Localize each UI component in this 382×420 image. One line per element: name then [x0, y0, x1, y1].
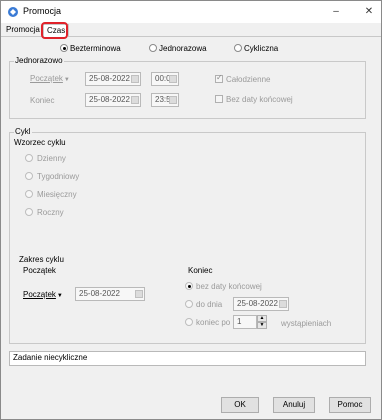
- bez-daty-koncowej-checkbox[interactable]: [215, 95, 223, 103]
- calendar-icon[interactable]: [131, 75, 139, 83]
- calendar-icon[interactable]: [131, 96, 139, 104]
- radio-roczny-label: Roczny: [37, 208, 64, 217]
- do-dnia-date-value: 25-08-2022: [237, 299, 278, 308]
- title-bar: Promocja – ✕: [1, 1, 381, 23]
- radio-koniec-po[interactable]: [185, 318, 193, 326]
- radio-miesieczny-label: Miesięczny: [37, 190, 77, 199]
- jednorazowo-start-dropdown-label: Początek: [30, 74, 63, 83]
- radio-bez-daty-koncowej[interactable]: [185, 282, 193, 290]
- tab-highlight-annotation: [41, 22, 68, 39]
- time-picker-icon[interactable]: [169, 96, 177, 104]
- zakres-start-header: Początek: [23, 266, 56, 275]
- radio-jednorazowa[interactable]: [149, 44, 157, 52]
- bez-daty-koncowej-label: Bez daty końcowej: [226, 95, 293, 104]
- jednorazowo-start-date-value: 25-08-2022: [89, 74, 130, 83]
- radio-cykliczna-label: Cykliczna: [244, 44, 279, 53]
- caret-down-icon: ▼: [63, 77, 70, 83]
- caret-down-icon: ▼: [56, 293, 63, 299]
- spin-down-icon[interactable]: ▼: [257, 322, 267, 329]
- ok-button[interactable]: OK: [221, 397, 259, 413]
- calodzienne-label: Całodzienne: [226, 75, 271, 84]
- close-icon[interactable]: ✕: [361, 4, 377, 20]
- radio-dzienny[interactable]: [25, 154, 33, 162]
- calendar-icon[interactable]: [279, 300, 287, 308]
- window-title: Promocja: [23, 6, 62, 16]
- minimize-icon[interactable]: –: [328, 4, 344, 20]
- time-picker-icon[interactable]: [169, 75, 177, 83]
- spin-up-icon[interactable]: ▲: [257, 315, 267, 322]
- jednorazowo-start-dropdown[interactable]: Początek▼: [30, 74, 70, 83]
- cykl-title: Cykl: [14, 127, 32, 136]
- radio-bezterminowa-label: Bezterminowa: [70, 44, 121, 53]
- tab-promocja[interactable]: Promocja: [3, 24, 43, 37]
- wystapieniach-label: wystąpieniach: [281, 319, 332, 328]
- radio-do-dnia-label: do dnia: [196, 300, 223, 309]
- jednorazowo-title: Jednorazowo: [14, 56, 64, 65]
- calendar-icon[interactable]: [135, 290, 143, 298]
- cancel-button[interactable]: Anuluj: [273, 397, 315, 413]
- radio-tygodniowy[interactable]: [25, 172, 33, 180]
- radio-cykliczna[interactable]: [234, 44, 242, 52]
- koniec-po-count-value: 1: [237, 317, 242, 326]
- radio-bezterminowa[interactable]: [60, 44, 68, 52]
- wzorzec-cyklu-title: Wzorzec cyklu: [14, 138, 66, 147]
- jednorazowo-group: [9, 61, 366, 119]
- dialog-window: Promocja – ✕ Promocja Czas Bezterminowa …: [0, 0, 382, 420]
- radio-koniec-po-label: koniec po: [196, 318, 231, 327]
- cykl-group: [9, 132, 366, 344]
- radio-bez-daty-koncowej-label: bez daty końcowej: [196, 282, 262, 291]
- radio-jednorazowa-label: Jednorazowa: [159, 44, 207, 53]
- koniec-po-count[interactable]: 1: [233, 315, 257, 329]
- status-field: Zadanie niecykliczne: [9, 351, 366, 366]
- zakres-start-dropdown-label: Początek: [23, 290, 56, 299]
- calodzienne-checkbox[interactable]: [215, 73, 223, 83]
- zakres-start-date-value: 25-08-2022: [79, 289, 120, 298]
- status-text: Zadanie niecykliczne: [13, 353, 88, 362]
- app-icon: [8, 7, 18, 17]
- jednorazowo-end-date-value: 25-08-2022: [89, 95, 130, 104]
- zakres-start-dropdown[interactable]: Początek▼: [23, 290, 63, 299]
- zakres-cyklu-title: Zakres cyklu: [19, 255, 64, 264]
- zakres-end-header: Koniec: [188, 266, 213, 275]
- radio-do-dnia[interactable]: [185, 300, 193, 308]
- radio-miesieczny[interactable]: [25, 190, 33, 198]
- radio-dzienny-label: Dzienny: [37, 154, 66, 163]
- help-button[interactable]: Pomoc: [329, 397, 371, 413]
- jednorazowo-end-label: Koniec: [30, 96, 55, 105]
- radio-tygodniowy-label: Tygodniowy: [37, 172, 80, 181]
- radio-roczny[interactable]: [25, 208, 33, 216]
